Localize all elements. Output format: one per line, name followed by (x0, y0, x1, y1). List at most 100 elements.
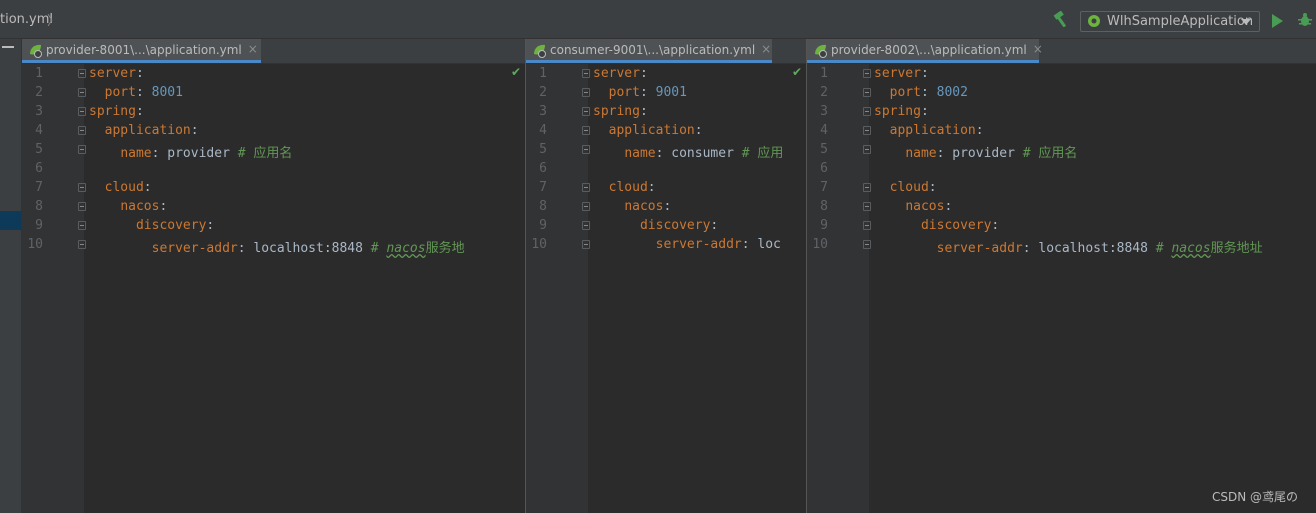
editor-tab[interactable]: provider-8001\...\application.yml × (22, 39, 261, 63)
close-icon[interactable]: × (1033, 42, 1043, 56)
editor-pane-provider-8002[interactable]: provider-8002\...\application.yml × 1 serve… (807, 39, 1316, 513)
code-line[interactable]: 3 spring: (526, 103, 806, 122)
code-line[interactable]: 7 cloud: (807, 179, 1316, 198)
fold-marker-icon[interactable] (863, 88, 871, 97)
collapse-icon[interactable] (2, 46, 14, 48)
code-line[interactable]: 6 (807, 160, 1316, 179)
editor-pane-consumer-9001[interactable]: consumer-9001\...\application.yml × ✔ 1 serv… (526, 39, 806, 513)
code-line[interactable]: 2 port: 8002 (807, 84, 1316, 103)
fold-marker-icon[interactable] (863, 221, 871, 230)
yaml-key: application (608, 123, 695, 138)
fold-marker-icon[interactable] (582, 69, 590, 78)
fold-marker-icon[interactable] (863, 183, 871, 192)
close-icon[interactable]: × (761, 42, 771, 56)
fold-marker-icon[interactable] (78, 145, 86, 154)
code-text: name: provider # 应用名 (874, 142, 1077, 161)
fold-marker-icon[interactable] (582, 88, 590, 97)
fold-marker-icon[interactable] (863, 240, 871, 249)
yaml-key: cloud (104, 180, 144, 195)
code-line[interactable]: 3 spring: (22, 103, 525, 122)
code-text: port: 8001 (89, 85, 183, 100)
yaml-colon: : (135, 85, 144, 100)
code-text: application: (89, 123, 199, 138)
code-text: nacos: (89, 199, 167, 214)
code-line[interactable]: 8 nacos: (22, 198, 525, 217)
code-line[interactable]: 7 cloud: (22, 179, 525, 198)
yaml-key: spring (874, 104, 921, 119)
editor-tab[interactable]: consumer-9001\...\application.yml × (526, 39, 772, 63)
code-text: server-addr: loc (593, 237, 781, 252)
yaml-colon: : (159, 199, 168, 214)
line-number: 6 (35, 161, 43, 176)
fold-marker-icon[interactable] (582, 240, 590, 249)
code-line[interactable]: 10 server-addr: localhost:8848 # nacos服务… (22, 236, 525, 256)
fold-marker-icon[interactable] (582, 107, 590, 116)
code-line[interactable]: 2 port: 9001 (526, 84, 806, 103)
yaml-comment: # 应用名 (1022, 146, 1078, 161)
code-line[interactable]: 4 application: (526, 122, 806, 141)
code-line[interactable]: 6 (22, 160, 525, 179)
fold-marker-icon[interactable] (582, 183, 590, 192)
code-text: server-addr: localhost:8848 # nacos服务地 (89, 237, 465, 256)
debug-icon[interactable] (1297, 12, 1313, 28)
code-line[interactable]: 6 (526, 160, 806, 179)
tab-label: provider-8002\...\application.yml (831, 43, 1027, 57)
build-hammer-icon[interactable] (1052, 11, 1070, 27)
yaml-comment-tail: 服务地址 (1210, 241, 1263, 256)
editor-tab[interactable]: provider-8002\...\application.yml × (807, 39, 1043, 63)
fold-marker-icon[interactable] (863, 69, 871, 78)
fold-marker-icon[interactable] (78, 126, 86, 135)
fold-marker-icon[interactable] (78, 240, 86, 249)
yaml-key: port (104, 85, 136, 100)
line-number: 10 (812, 237, 828, 252)
code-line[interactable]: 1 server: (22, 65, 525, 84)
fold-marker-icon[interactable] (582, 145, 590, 154)
breadcrumb-file[interactable]: tion.yml (0, 12, 53, 27)
fold-marker-icon[interactable] (78, 202, 86, 211)
code-line[interactable]: 9 discovery: (807, 217, 1316, 236)
code-line[interactable]: 9 discovery: (526, 217, 806, 236)
fold-marker-icon[interactable] (78, 69, 86, 78)
code-line[interactable]: 7 cloud: (526, 179, 806, 198)
fold-marker-icon[interactable] (78, 221, 86, 230)
close-icon[interactable]: × (248, 42, 258, 56)
code-line[interactable]: 1 server: (807, 65, 1316, 84)
yaml-colon: : (639, 104, 648, 119)
fold-marker-icon[interactable] (78, 88, 86, 97)
fold-marker-icon[interactable] (78, 183, 86, 192)
code-line[interactable]: 3 spring: (807, 103, 1316, 122)
fold-marker-icon[interactable] (582, 221, 590, 230)
fold-marker-icon[interactable] (863, 126, 871, 135)
code-line[interactable]: 8 nacos: (807, 198, 1316, 217)
code-line[interactable]: 4 application: (807, 122, 1316, 141)
fold-marker-icon[interactable] (582, 126, 590, 135)
fold-marker-icon[interactable] (863, 202, 871, 211)
code-line[interactable]: 1 server: (526, 65, 806, 84)
code-text: application: (874, 123, 984, 138)
run-configuration-select[interactable]: WlhSampleApplication (1080, 11, 1260, 32)
fold-marker-icon[interactable] (582, 202, 590, 211)
code-line[interactable]: 9 discovery: (22, 217, 525, 236)
yaml-colon: : (975, 123, 984, 138)
yaml-key: discovery (639, 218, 711, 233)
code-line[interactable]: 4 application: (22, 122, 525, 141)
fold-marker-icon[interactable] (78, 107, 86, 116)
line-number: 3 (539, 104, 547, 119)
code-line[interactable]: 10 server-addr: localhost:8848 # nacos服务… (807, 236, 1316, 256)
fold-marker-icon[interactable] (863, 145, 871, 154)
code-line[interactable]: 5 name: provider # 应用名 (22, 141, 525, 161)
code-line[interactable]: 8 nacos: (526, 198, 806, 217)
editor-pane-provider-8001[interactable]: provider-8001\...\application.yml × ✔ 1 serv… (22, 39, 525, 513)
fold-marker-icon[interactable] (863, 107, 871, 116)
code-line[interactable]: 10 server-addr: loc (526, 236, 806, 255)
code-line[interactable]: 5 name: consumer # 应用 (526, 141, 806, 161)
code-line[interactable]: 5 name: provider # 应用名 (807, 141, 1316, 161)
code-line[interactable]: 2 port: 8001 (22, 84, 525, 103)
run-icon[interactable] (1272, 14, 1283, 28)
spring-yaml-file-icon (30, 44, 42, 58)
